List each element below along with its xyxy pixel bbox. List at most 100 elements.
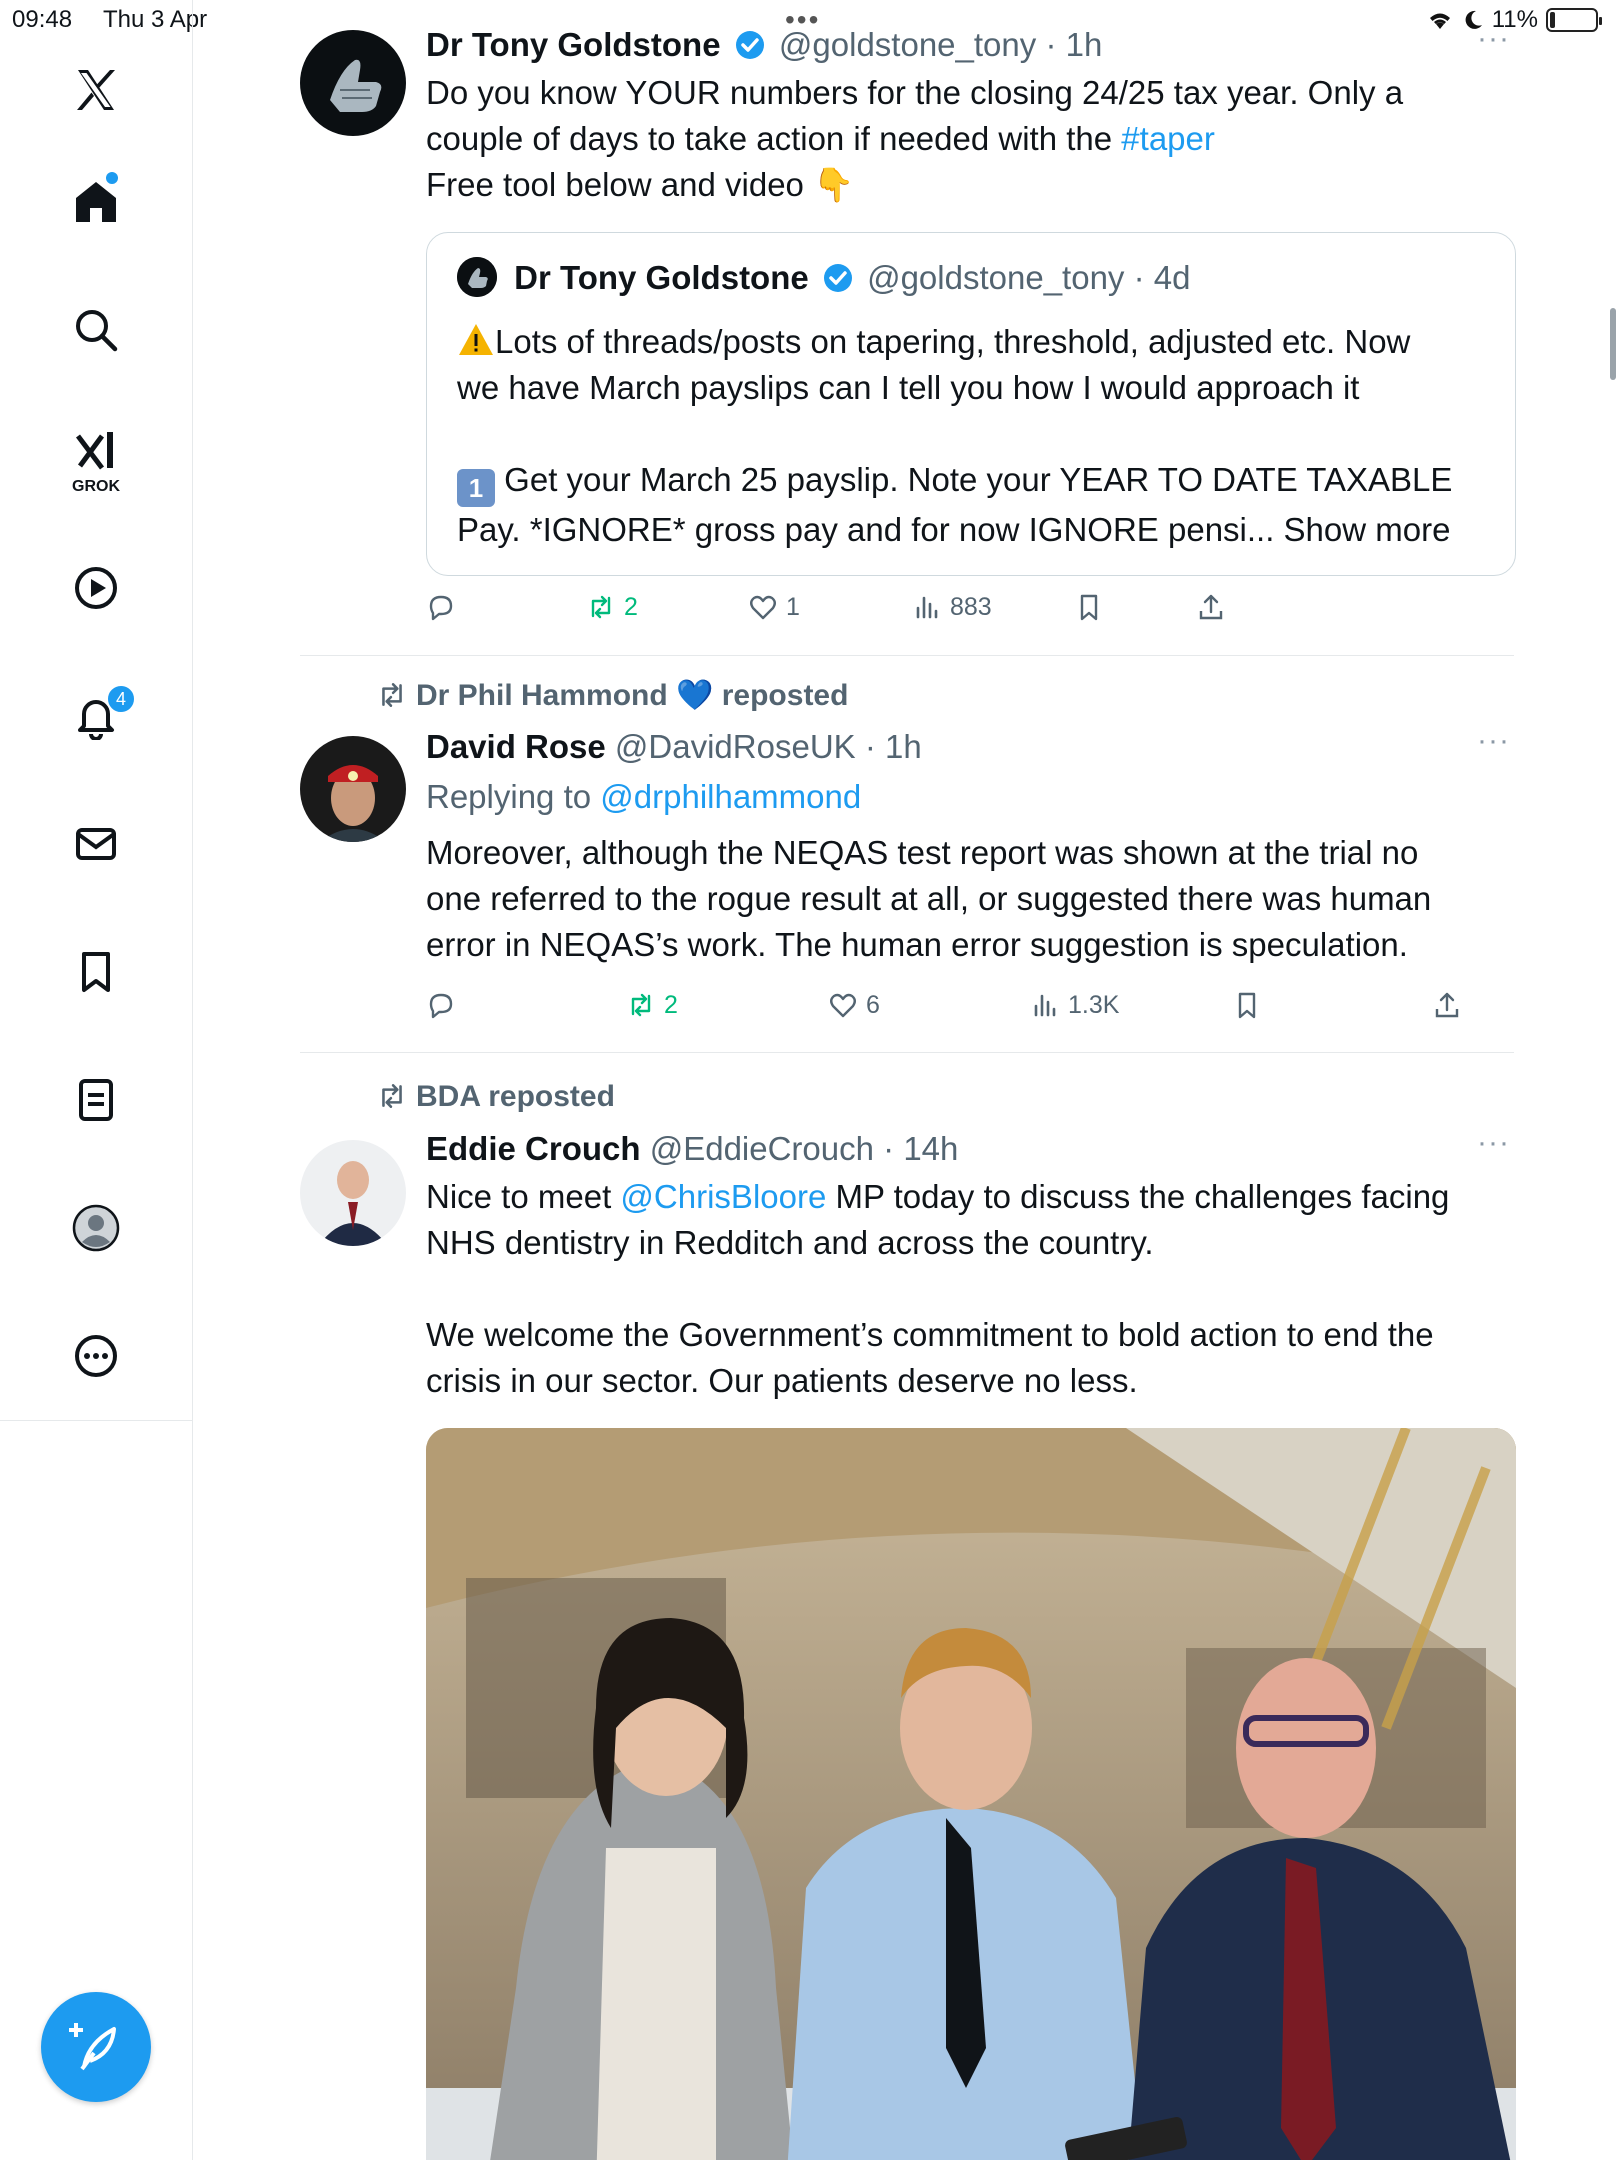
avatar[interactable] — [300, 1140, 406, 1246]
x-logo-icon[interactable] — [68, 62, 124, 118]
quote-text: Lots of threads/posts on tapering, thres… — [457, 319, 1497, 553]
like-button[interactable]: 6 — [828, 990, 880, 1020]
post-text-line: Nice to meet @ChrisBloore MP today to di… — [426, 1174, 1514, 1220]
mention-link[interactable]: @ChrisBloore — [620, 1178, 826, 1215]
reply-button[interactable] — [426, 592, 456, 622]
share-icon — [1435, 992, 1459, 1018]
more-options-icon[interactable] — [68, 1328, 124, 1384]
video-icon[interactable] — [68, 560, 124, 616]
home-unread-dot — [106, 172, 118, 184]
profile-avatar-icon[interactable] — [68, 1200, 124, 1256]
quoted-post[interactable]: Dr Tony Goldstone @goldstone_tony · 4d L… — [426, 232, 1516, 576]
replying-prefix: Replying to — [426, 778, 601, 815]
verified-badge-icon — [823, 264, 852, 292]
post-text: Moreover, although the NEQAS test report… — [426, 830, 1514, 968]
post-text-line: error in NEQAS’s work. The human error s… — [426, 926, 1408, 963]
post-text-fragment: Free tool below and video — [426, 166, 804, 203]
post-text-line: couple of days to take action if needed … — [426, 116, 1514, 162]
quote-time: · 4d — [1133, 259, 1191, 296]
post-eddiecrouch[interactable]: BDA reposted Eddie Crouch @EddieCrouch ·… — [300, 1052, 1516, 2160]
post-text-fragment: Nice to meet — [426, 1178, 621, 1215]
messages-icon[interactable] — [68, 816, 124, 872]
reposter-name[interactable]: Dr Phil Hammond — [416, 679, 668, 712]
repost-small-icon — [382, 1084, 402, 1108]
author-handle[interactable]: @DavidRoseUK — [615, 728, 856, 765]
post-actions: 2 6 1.3K — [426, 990, 1514, 1030]
post-text: Nice to meet @ChrisBloore MP today to di… — [426, 1174, 1514, 1404]
replying-to: Replying to @drphilhammond — [426, 774, 1514, 820]
post-more-icon[interactable]: ··· — [1477, 1126, 1510, 1160]
author-name[interactable]: Eddie Crouch — [426, 1130, 641, 1167]
grok-icon[interactable] — [68, 424, 124, 480]
quote-author-name: Dr Tony Goldstone — [514, 259, 809, 296]
like-button[interactable]: 1 — [748, 592, 800, 622]
quote-text-line[interactable]: Pay. *IGNORE* gross pay and for now IGNO… — [457, 507, 1497, 553]
bookmarks-icon[interactable] — [68, 944, 124, 1000]
quote-text-fragment: Lots of threads/posts on tapering, thres… — [495, 323, 1411, 360]
quote-blank-line — [457, 411, 1497, 457]
author-name[interactable]: David Rose — [426, 728, 606, 765]
repost-count: 2 — [664, 990, 678, 1019]
post-text-line: one referred to the rogue result at all,… — [426, 880, 1432, 917]
reposter-name[interactable]: BDA reposted — [416, 1080, 615, 1113]
quote-author-handle: @goldstone_tony — [867, 259, 1125, 296]
reply-mention-link[interactable]: @drphilhammond — [600, 778, 861, 815]
sidebar: GROK 4 — [0, 0, 193, 2160]
bookmark-icon — [1080, 594, 1098, 621]
quote-text-line: Lots of threads/posts on tapering, thres… — [457, 319, 1497, 365]
repost-small-icon — [382, 683, 402, 707]
repost-button[interactable]: 2 — [626, 990, 678, 1020]
sidebar-divider — [0, 1420, 193, 1421]
post-time[interactable]: · 1h — [1045, 26, 1102, 63]
reply-icon — [429, 595, 453, 621]
share-button[interactable] — [1196, 592, 1226, 622]
post-actions: 2 1 883 — [426, 592, 1514, 632]
author-handle[interactable]: @goldstone_tony — [779, 26, 1036, 63]
grok-label: GROK — [72, 478, 120, 495]
warning-emoji-icon — [459, 324, 493, 355]
scroll-indicator[interactable] — [1610, 308, 1616, 380]
views-button[interactable]: 1.3K — [1030, 990, 1119, 1020]
post-more-icon[interactable]: ··· — [1477, 22, 1510, 56]
battery-icon — [1546, 8, 1602, 32]
hashtag-link[interactable]: #taper — [1121, 120, 1215, 157]
like-count: 1 — [786, 592, 800, 621]
bookmark-button[interactable] — [1232, 990, 1262, 1020]
post-text-line: NHS dentistry in Redditch and across the… — [426, 1224, 1154, 1261]
share-button[interactable] — [1432, 990, 1462, 1020]
blue-heart-emoji: 💙 — [676, 679, 714, 712]
compose-post-button[interactable] — [41, 1992, 151, 2102]
quote-text-line: 1 Get your March 25 payslip. Note your Y… — [457, 457, 1497, 507]
post-header: David Rose @DavidRoseUK · 1h — [426, 724, 1514, 770]
post-time[interactable]: · 1h — [865, 728, 922, 765]
bookmark-button[interactable] — [1074, 592, 1104, 622]
share-icon — [1199, 594, 1223, 620]
post-header: Dr Tony Goldstone @goldstone_tony · 1h — [426, 22, 1514, 68]
post-goldstone[interactable]: Dr Tony Goldstone @goldstone_tony · 1h D… — [300, 0, 1516, 656]
repost-icon — [591, 595, 611, 619]
like-count: 6 — [866, 990, 880, 1019]
reply-button[interactable] — [426, 990, 456, 1020]
avatar[interactable] — [300, 30, 406, 136]
repost-icon — [631, 993, 651, 1017]
author-handle[interactable]: @EddieCrouch — [650, 1130, 874, 1167]
view-count: 883 — [950, 592, 992, 621]
lists-icon[interactable] — [68, 1072, 124, 1128]
post-photo[interactable] — [426, 1428, 1516, 2160]
repost-button[interactable]: 2 — [586, 592, 638, 622]
repost-count: 2 — [624, 592, 638, 621]
post-text-line: Free tool below and video 👇 — [426, 162, 1514, 208]
author-name[interactable]: Dr Tony Goldstone — [426, 26, 721, 63]
avatar[interactable] — [300, 736, 406, 842]
quote-text-line: we have March payslips can I tell you ho… — [457, 369, 1360, 406]
views-chart-icon — [916, 596, 938, 619]
views-button[interactable]: 883 — [912, 592, 992, 622]
search-icon[interactable] — [68, 302, 124, 358]
heart-icon — [830, 993, 856, 1018]
post-time[interactable]: · 14h — [883, 1130, 958, 1167]
post-more-icon[interactable]: ··· — [1477, 724, 1510, 758]
post-header: Eddie Crouch @EddieCrouch · 14h — [426, 1126, 1514, 1172]
views-chart-icon — [1034, 994, 1056, 1017]
post-davidrose[interactable]: Dr Phil Hammond 💙 reposted David Rose @D… — [300, 656, 1514, 1053]
